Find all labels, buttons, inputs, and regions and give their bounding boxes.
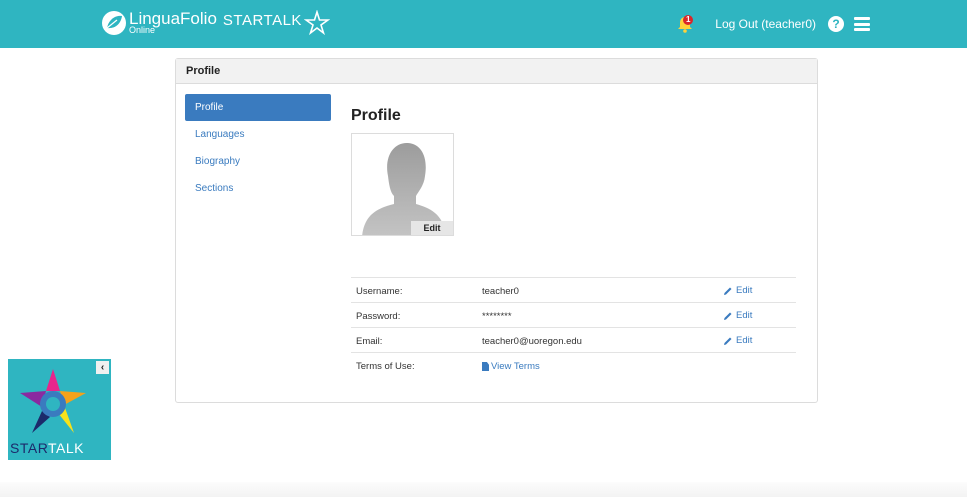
startalk-star-logo	[20, 369, 86, 433]
avatar: Edit	[351, 133, 454, 236]
side-navigation: Profile Languages Biography Sections	[185, 94, 331, 202]
document-icon	[482, 362, 489, 371]
account-info-table: Username: teacher0 Edit Password: ******…	[351, 277, 796, 378]
edit-username-link[interactable]: Edit	[723, 285, 752, 296]
email-row: Email: teacher0@uoregon.edu Edit	[351, 328, 796, 353]
username-label: Username:	[356, 286, 403, 297]
startalk-text-talk: TALK	[48, 440, 85, 456]
profile-content: Profile Edit Username: teacher0 Edit Pas…	[351, 107, 801, 372]
pencil-icon	[724, 337, 732, 345]
view-terms-label: View Terms	[491, 361, 540, 372]
view-terms-link[interactable]: View Terms	[482, 361, 540, 372]
edit-password-link[interactable]: Edit	[723, 310, 752, 321]
profile-panel: Profile Profile Languages Biography Sect…	[175, 58, 818, 403]
star-icon	[303, 10, 330, 36]
help-icon[interactable]: ?	[828, 16, 844, 32]
username-row: Username: teacher0 Edit	[351, 278, 796, 303]
sidenav-item-languages[interactable]: Languages	[185, 121, 331, 148]
email-value: teacher0@uoregon.edu	[482, 336, 582, 347]
pencil-icon	[724, 312, 732, 320]
edit-email-label: Edit	[736, 335, 753, 346]
email-label: Email:	[356, 336, 383, 347]
avatar-edit-button[interactable]: Edit	[411, 221, 453, 235]
notifications[interactable]: 1	[675, 14, 695, 34]
password-row: Password: ******** Edit	[351, 303, 796, 328]
terms-row: Terms of Use: View Terms	[351, 353, 796, 378]
brand-sub: Online	[129, 25, 156, 35]
pencil-icon	[724, 287, 732, 295]
startalk-widget: ‹ STARTALK	[8, 359, 111, 460]
sidenav-item-profile[interactable]: Profile	[185, 94, 331, 121]
edit-email-link[interactable]: Edit	[723, 335, 752, 346]
sidenav-item-biography[interactable]: Biography	[185, 148, 331, 175]
top-navbar: LinguaFolio Online STARTALK 1 Log Out (t…	[0, 0, 967, 48]
edit-password-label: Edit	[736, 310, 753, 321]
brand-partner: STARTALK	[222, 12, 302, 29]
startalk-text: STARTALK	[10, 440, 84, 456]
page-title: Profile	[351, 107, 401, 124]
password-label: Password:	[356, 311, 401, 322]
password-value: ********	[482, 311, 512, 322]
edit-username-label: Edit	[736, 285, 753, 296]
chevron-left-icon[interactable]: ‹	[96, 361, 109, 374]
brand-logo[interactable]: LinguaFolio Online STARTALK	[101, 10, 330, 40]
leaf-icon	[102, 11, 126, 35]
sidenav-item-sections[interactable]: Sections	[185, 175, 331, 202]
menu-icon[interactable]	[854, 17, 870, 31]
terms-label: Terms of Use:	[356, 361, 415, 372]
logout-link[interactable]: Log Out (teacher0)	[715, 17, 816, 31]
startalk-text-star: STAR	[10, 440, 49, 456]
username-value: teacher0	[482, 286, 519, 297]
panel-heading: Profile	[176, 59, 817, 84]
brand-text: LinguaFolio Online	[129, 10, 217, 35]
bottom-shade	[0, 482, 967, 497]
navbar-actions: 1 Log Out (teacher0) ?	[675, 12, 870, 36]
